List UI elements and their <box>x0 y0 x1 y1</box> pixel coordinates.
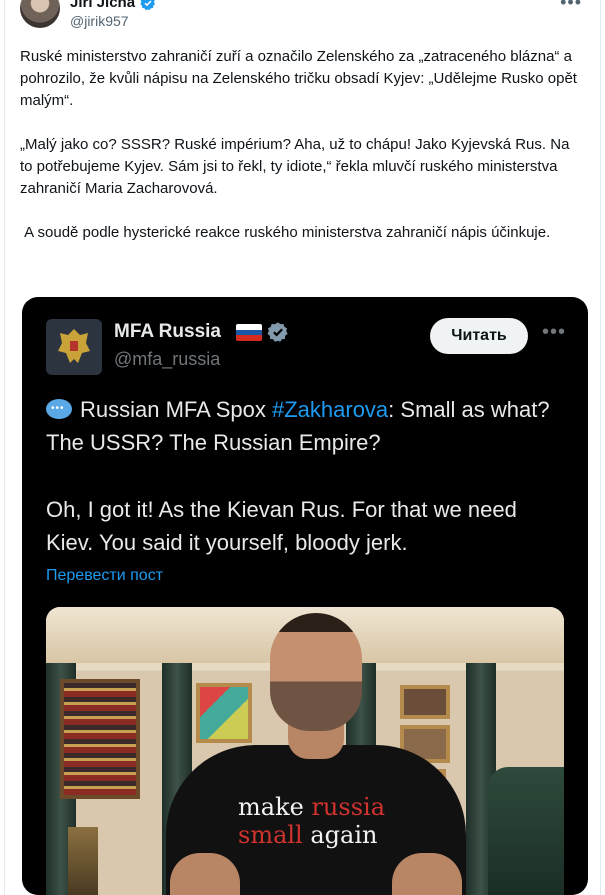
hand <box>392 853 462 895</box>
embedded-text-part: Russian MFA Spox <box>80 397 272 422</box>
embedded-photo: make russia small again <box>46 607 564 895</box>
read-button: Читать <box>430 318 528 354</box>
embedded-author-handle: @mfa_russia <box>114 349 221 369</box>
slogan-part: russia <box>311 793 385 821</box>
speech-bubble-icon: ••• <box>46 399 72 419</box>
tweet-header: Jiří Jícha @jirik957 ••• <box>20 0 590 40</box>
coat-of-arms-icon <box>58 329 90 363</box>
tweet-text: Ruské ministerstvo zahraničí zuří a ozna… <box>20 46 580 244</box>
embedded-paragraph: ••• Russian MFA Spox #Zakharova: Small as… <box>46 393 566 459</box>
verified-badge-icon <box>140 0 155 11</box>
tweet-paragraph: Ruské ministerstvo zahraničí zuří a ozna… <box>20 48 582 109</box>
medal-display <box>60 679 140 799</box>
person: make russia small again <box>166 613 466 895</box>
embedded-paragraph: Oh, I got it! As the Kievan Rus. For tha… <box>46 497 517 555</box>
hand <box>170 853 240 895</box>
author-name[interactable]: Jiří Jícha <box>70 0 135 11</box>
tweet-paragraph: A soudě podle hysterické reakce ruského … <box>20 224 551 241</box>
chair <box>488 767 564 895</box>
author-avatar[interactable] <box>20 0 60 28</box>
hashtag-link: #Zakharova <box>271 397 389 422</box>
statue <box>68 827 98 895</box>
translate-post-link: Перевести пост <box>46 567 164 584</box>
slogan-part: small <box>238 821 303 849</box>
more-options-icon[interactable]: ••• <box>560 0 582 13</box>
author-handle[interactable]: @jirik957 <box>70 13 129 29</box>
tshirt-slogan: make russia small again <box>238 793 418 849</box>
slogan-part: again <box>302 821 378 849</box>
embedded-more-icon: ••• <box>542 321 567 343</box>
embedded-post-screenshot[interactable]: MFA Russia @mfa_russia Читать ••• ••• Rus… <box>22 297 588 895</box>
embedded-post-text: ••• Russian MFA Spox #Zakharova: Small as… <box>46 393 566 559</box>
mfa-avatar <box>46 319 102 375</box>
head <box>270 613 362 731</box>
tweet-paragraph: „Malý jako co? SSSR? Ruské impérium? Aha… <box>20 136 574 197</box>
russian-flag-icon <box>236 324 262 341</box>
slogan-part: make <box>238 793 312 821</box>
embedded-author-name: MFA Russia <box>114 321 221 342</box>
gray-verified-badge-icon <box>267 322 288 342</box>
